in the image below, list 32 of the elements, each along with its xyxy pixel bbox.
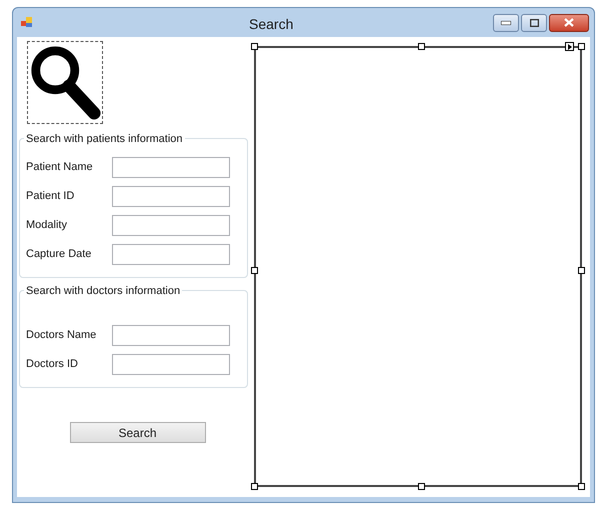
field-label: Capture Date — [26, 247, 92, 262]
smart-tag-button[interactable] — [565, 42, 574, 51]
resize-handle[interactable] — [578, 43, 585, 50]
resize-handle[interactable] — [251, 266, 258, 274]
maximize-icon — [530, 18, 538, 26]
maximize-button[interactable] — [521, 14, 547, 32]
resize-handle[interactable] — [251, 483, 258, 490]
resize-handle[interactable] — [418, 43, 425, 50]
input-field[interactable] — [112, 244, 230, 265]
input-field[interactable] — [112, 215, 230, 236]
input-field[interactable] — [112, 186, 230, 207]
search-button[interactable]: Search — [70, 422, 206, 443]
field-label: Modality — [26, 218, 68, 234]
field-label: Doctors ID — [26, 357, 79, 372]
resize-handle[interactable] — [418, 483, 425, 490]
arrow-icon — [568, 44, 572, 50]
window-title: Search — [249, 15, 294, 34]
input-field[interactable] — [112, 325, 230, 346]
input-field[interactable] — [112, 157, 230, 178]
field-label: Doctors Name — [26, 328, 98, 344]
field-label: Patient ID — [26, 189, 76, 204]
field-label: Patient Name — [26, 160, 94, 176]
group-title: Search with patients information — [24, 131, 185, 148]
input-field[interactable] — [112, 354, 230, 375]
close-button[interactable] — [549, 14, 589, 32]
resize-handle[interactable] — [578, 483, 585, 490]
close-icon — [564, 18, 574, 27]
minimize-icon — [501, 20, 511, 24]
resize-handle[interactable] — [578, 266, 585, 274]
resize-handle[interactable] — [251, 43, 258, 50]
minimize-button[interactable] — [493, 14, 519, 32]
app-icon — [21, 17, 33, 28]
